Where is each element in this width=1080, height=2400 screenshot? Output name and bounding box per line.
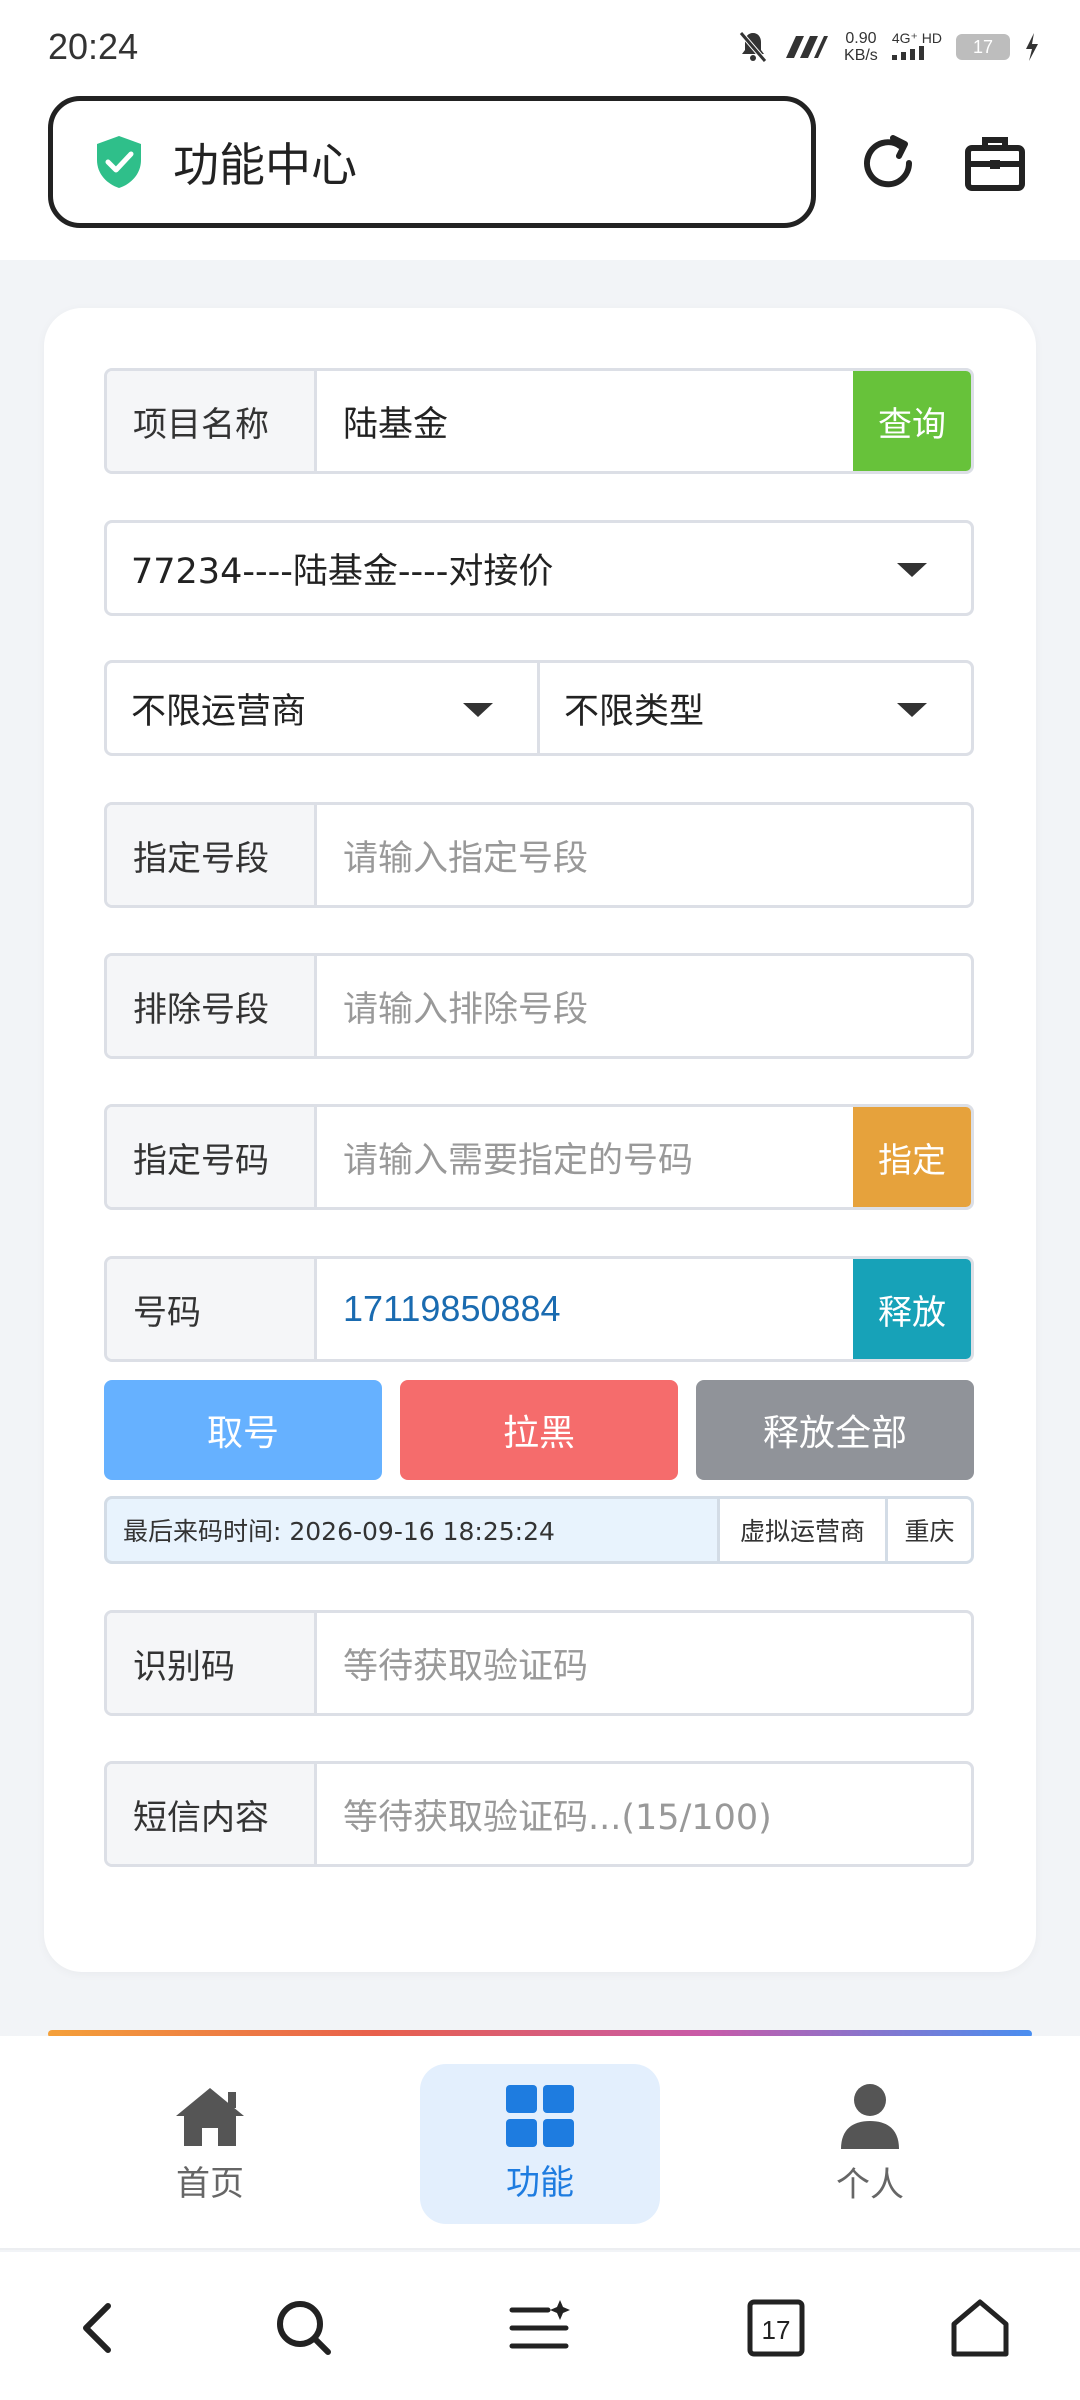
project-name-input[interactable]: 陆基金 <box>317 371 853 471</box>
home-outline-icon[interactable] <box>948 2296 1012 2360</box>
tab-function[interactable]: 功能 <box>420 2064 660 2224</box>
specify-number-label: 指定号码 <box>107 1107 317 1207</box>
home-icon <box>176 2087 244 2146</box>
last-code-info: 最后来码时间: 2026-09-16 18:25:24 虚拟运营商 重庆 <box>104 1496 974 1564</box>
release-button[interactable]: 释放 <box>853 1259 971 1359</box>
function-card: 项目名称 陆基金 查询 77234----陆基金----对接价 不限运营商 不限… <box>44 308 1036 1972</box>
refresh-icon[interactable] <box>855 130 921 196</box>
blacklist-button[interactable]: 拉黑 <box>400 1380 678 1480</box>
mute-bell-icon <box>739 31 767 63</box>
tab-profile[interactable]: 个人 <box>750 2064 990 2224</box>
segment-include-label: 指定号段 <box>107 805 317 905</box>
segment-exclude-input[interactable]: 请输入排除号段 <box>317 956 971 1056</box>
carrier-badge: 虚拟运营商 <box>717 1499 885 1561</box>
code-label: 识别码 <box>107 1613 317 1713</box>
charging-icon <box>1026 33 1038 61</box>
tab-home[interactable]: 首页 <box>90 2064 330 2224</box>
tab-function-label: 功能 <box>506 2162 574 2203</box>
app-header: 功能中心 <box>0 92 1080 260</box>
toolbox-icon[interactable] <box>962 130 1028 196</box>
project-name-row: 项目名称 陆基金 查询 <box>104 368 974 474</box>
battery-icon: 17 <box>956 34 1010 60</box>
network-speed: 0.90 KB/s <box>844 30 878 64</box>
carrier-select-value: 不限运营商 <box>131 691 307 732</box>
last-code-time: 最后来码时间: 2026-09-16 18:25:24 <box>123 1517 555 1546</box>
project-name-label: 项目名称 <box>107 371 317 471</box>
status-icons: 0.90 KB/s 4G⁺ HD 17 <box>738 24 1040 70</box>
bottom-tab-bar: 首页 功能 个人 <box>0 2036 1080 2250</box>
status-time: 20:24 <box>48 26 139 67</box>
carrier-select[interactable]: 不限运营商 <box>104 660 540 756</box>
sms-input[interactable]: 等待获取验证码...(15/100) <box>317 1764 971 1864</box>
speed-value: 0.90 <box>845 30 877 47</box>
specify-button[interactable]: 指定 <box>853 1107 971 1207</box>
system-nav-bar: 17 <box>0 2252 1080 2400</box>
menu-sparkle-icon[interactable] <box>508 2296 572 2360</box>
get-number-button[interactable]: 取号 <box>104 1380 382 1480</box>
sms-label: 短信内容 <box>107 1764 317 1864</box>
release-all-button[interactable]: 释放全部 <box>696 1380 974 1480</box>
specify-number-input[interactable]: 请输入需要指定的号码 <box>317 1107 853 1207</box>
project-select[interactable]: 77234----陆基金----对接价 <box>104 520 974 616</box>
segment-include-input[interactable]: 请输入指定号段 <box>317 805 971 905</box>
sms-row: 短信内容 等待获取验证码...(15/100) <box>104 1761 974 1867</box>
specify-number-row: 指定号码 请输入需要指定的号码 指定 <box>104 1104 974 1210</box>
person-icon <box>841 2083 899 2149</box>
tab-profile-label: 个人 <box>836 2164 904 2205</box>
tab-home-label: 首页 <box>176 2163 244 2204</box>
chevron-down-icon <box>463 703 493 717</box>
back-icon[interactable] <box>68 2296 132 2360</box>
signal-icon <box>891 46 924 60</box>
chevron-down-icon <box>897 703 927 717</box>
network-type: 4G⁺ HD <box>891 30 942 63</box>
number-value[interactable]: 17119850884 <box>317 1259 853 1359</box>
type-select[interactable]: 不限类型 <box>537 660 974 756</box>
code-row: 识别码 等待获取验证码 <box>104 1610 974 1716</box>
segment-include-row: 指定号段 请输入指定号段 <box>104 802 974 908</box>
grid-icon <box>506 2084 574 2147</box>
search-icon[interactable] <box>272 2296 336 2360</box>
shield-check-icon <box>97 136 141 188</box>
chevron-down-icon <box>897 563 927 577</box>
segment-exclude-label: 排除号段 <box>107 956 317 1056</box>
code-input[interactable]: 等待获取验证码 <box>317 1613 971 1713</box>
wifi-icon <box>786 36 829 58</box>
project-select-value: 77234----陆基金----对接价 <box>131 551 554 592</box>
page-title: 功能中心 <box>173 138 357 192</box>
network-label: 4G⁺ HD <box>891 30 942 46</box>
region-badge: 重庆 <box>885 1499 971 1561</box>
segment-exclude-row: 排除号段 请输入排除号段 <box>104 953 974 1059</box>
number-row: 号码 17119850884 释放 <box>104 1256 974 1362</box>
speed-unit: KB/s <box>844 47 878 64</box>
status-bar: 20:24 0.90 KB/s 4G⁺ HD 17 <box>0 0 1080 92</box>
number-label: 号码 <box>107 1259 317 1359</box>
query-button[interactable]: 查询 <box>853 371 971 471</box>
page-title-box: 功能中心 <box>48 96 816 228</box>
calendar-icon[interactable]: 17 <box>744 2296 808 2360</box>
calendar-day: 17 <box>762 2315 791 2345</box>
type-select-value: 不限类型 <box>564 691 705 732</box>
